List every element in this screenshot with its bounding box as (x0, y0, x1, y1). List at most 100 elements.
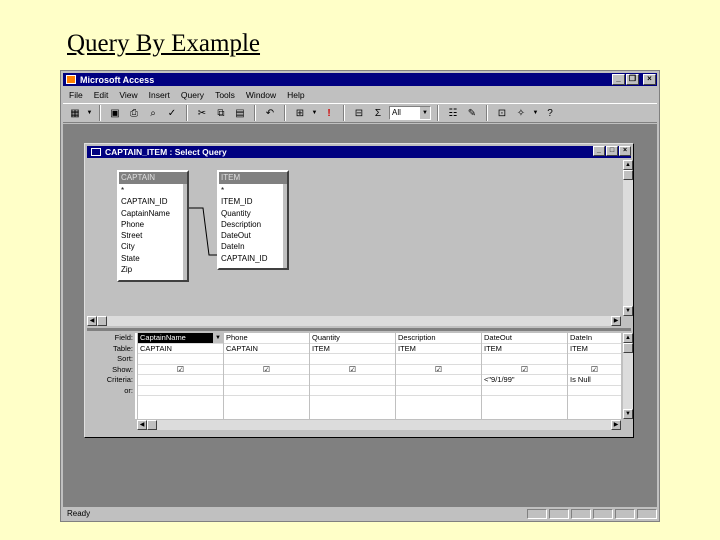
scroll-left-icon[interactable]: ◀ (87, 316, 97, 326)
scroll-up-icon[interactable]: ▲ (623, 333, 633, 343)
new-object-icon[interactable]: ✧ (513, 105, 529, 121)
table-pane[interactable]: CAPTAIN * CAPTAIN_ID CaptainName Phone S… (87, 160, 621, 316)
table-cell[interactable]: ITEM (310, 344, 395, 354)
chevron-down-icon[interactable]: ▼ (213, 333, 223, 343)
save-icon[interactable]: ▣ (107, 105, 123, 121)
grid-column[interactable]: DateIn ITEM ☑ Is Null (567, 333, 621, 419)
criteria-cell[interactable]: <"9/1/99" (482, 375, 567, 386)
field-list-item[interactable]: ITEM_ID (221, 196, 285, 207)
field-list-item[interactable]: Zip (121, 264, 185, 275)
criteria-cell[interactable] (310, 375, 395, 386)
table-cell[interactable]: ITEM (396, 344, 481, 354)
close-button[interactable]: × (643, 74, 656, 85)
sort-cell[interactable] (138, 354, 223, 365)
grid-vscrollbar[interactable]: ▲ ▼ (623, 333, 633, 419)
query-titlebar[interactable]: CAPTAIN_ITEM : Select Query _ □ × (87, 146, 631, 158)
field-list-item[interactable]: CaptainName (121, 208, 185, 219)
scroll-left-icon[interactable]: ◀ (137, 420, 147, 430)
grid-column[interactable]: Phone CAPTAIN ☑ (223, 333, 309, 419)
field-cell[interactable]: Quantity (310, 333, 395, 344)
cut-icon[interactable]: ✂ (194, 105, 210, 121)
build-icon[interactable]: ✎ (464, 105, 480, 121)
menu-query[interactable]: Query (181, 90, 204, 100)
field-list-scrollbar[interactable] (283, 184, 287, 268)
show-checkbox[interactable]: ☑ (568, 365, 621, 375)
scroll-down-icon[interactable]: ▼ (623, 409, 633, 419)
table-cell[interactable]: ITEM (482, 344, 567, 354)
field-cell[interactable]: DateOut (482, 333, 567, 344)
design-grid[interactable]: Field: Table: Sort: Show: Criteria: or: … (87, 333, 621, 419)
field-list-item[interactable]: * (221, 185, 285, 196)
show-checkbox[interactable]: ☑ (482, 365, 567, 375)
spelling-icon[interactable]: ✓ (164, 105, 180, 121)
menu-help[interactable]: Help (287, 90, 304, 100)
field-list-item[interactable]: City (121, 241, 185, 252)
chevron-down-icon[interactable]: ▼ (86, 105, 93, 121)
properties-icon[interactable]: ☷ (445, 105, 461, 121)
show-table-icon[interactable]: ⊟ (351, 105, 367, 121)
scroll-up-icon[interactable]: ▲ (623, 160, 633, 170)
table-box-title[interactable]: CAPTAIN (119, 172, 187, 184)
show-checkbox[interactable]: ☑ (138, 365, 223, 375)
chevron-down-icon[interactable]: ▼ (532, 105, 539, 121)
sort-cell[interactable] (568, 354, 621, 365)
chevron-down-icon[interactable]: ▼ (311, 105, 318, 121)
undo-icon[interactable]: ↶ (262, 105, 278, 121)
app-titlebar[interactable]: Microsoft Access _ ❐ × (63, 73, 657, 86)
field-list-scrollbar[interactable] (183, 184, 187, 280)
paste-icon[interactable]: ▤ (232, 105, 248, 121)
or-cell[interactable] (396, 386, 481, 396)
field-list-item[interactable]: State (121, 253, 185, 264)
print-icon[interactable]: ⎙ (126, 105, 142, 121)
scroll-thumb[interactable] (623, 343, 633, 353)
print-preview-icon[interactable]: ⌕ (145, 105, 161, 121)
table-cell[interactable]: CAPTAIN (138, 344, 223, 354)
or-cell[interactable] (482, 386, 567, 396)
field-cell[interactable]: Phone (224, 333, 309, 344)
field-list-item[interactable]: * (121, 185, 185, 196)
field-cell[interactable]: CaptainName ▼ (138, 333, 223, 344)
totals-icon[interactable]: Σ (370, 105, 386, 121)
field-list-item[interactable]: CAPTAIN_ID (121, 196, 185, 207)
table-box-item[interactable]: ITEM * ITEM_ID Quantity Description Date… (217, 170, 289, 270)
menu-tools[interactable]: Tools (215, 90, 235, 100)
chevron-down-icon[interactable]: ▼ (420, 107, 430, 119)
sort-cell[interactable] (224, 354, 309, 365)
or-cell[interactable] (310, 386, 395, 396)
close-button[interactable]: × (619, 146, 631, 156)
scroll-right-icon[interactable]: ▶ (611, 420, 621, 430)
menu-view[interactable]: View (119, 90, 137, 100)
restore-button[interactable]: ❐ (626, 74, 639, 85)
field-cell[interactable]: DateIn (568, 333, 621, 344)
menu-insert[interactable]: Insert (149, 90, 170, 100)
or-cell[interactable] (138, 386, 223, 396)
field-list-item[interactable]: Phone (121, 219, 185, 230)
criteria-cell[interactable] (138, 375, 223, 386)
field-list-item[interactable]: CAPTAIN_ID (221, 253, 285, 264)
scroll-thumb[interactable] (623, 170, 633, 180)
menu-window[interactable]: Window (246, 90, 276, 100)
or-cell[interactable] (224, 386, 309, 396)
field-list-item[interactable]: DateIn (221, 241, 285, 252)
grid-column[interactable]: CaptainName ▼ CAPTAIN ☑ (137, 333, 223, 419)
minimize-button[interactable]: _ (593, 146, 605, 156)
field-list-item[interactable]: Description (221, 219, 285, 230)
sort-cell[interactable] (482, 354, 567, 365)
minimize-button[interactable]: _ (612, 74, 625, 85)
sort-cell[interactable] (310, 354, 395, 365)
help-icon[interactable]: ? (542, 105, 558, 121)
show-checkbox[interactable]: ☑ (310, 365, 395, 375)
field-list-item[interactable]: Quantity (221, 208, 285, 219)
table-box-title[interactable]: ITEM (219, 172, 287, 184)
show-checkbox[interactable]: ☑ (224, 365, 309, 375)
scroll-right-icon[interactable]: ▶ (611, 316, 621, 326)
field-list-item[interactable]: Street (121, 230, 185, 241)
field-list-item[interactable]: DateOut (221, 230, 285, 241)
or-cell[interactable] (568, 386, 621, 396)
table-cell[interactable]: CAPTAIN (224, 344, 309, 354)
scroll-thumb[interactable] (147, 420, 157, 430)
table-pane-hscrollbar[interactable]: ◀ ▶ (87, 316, 621, 326)
grid-hscrollbar[interactable]: ◀ ▶ (137, 420, 621, 430)
table-pane-vscrollbar[interactable]: ▲ ▼ (623, 160, 633, 316)
grid-column[interactable]: Quantity ITEM ☑ (309, 333, 395, 419)
